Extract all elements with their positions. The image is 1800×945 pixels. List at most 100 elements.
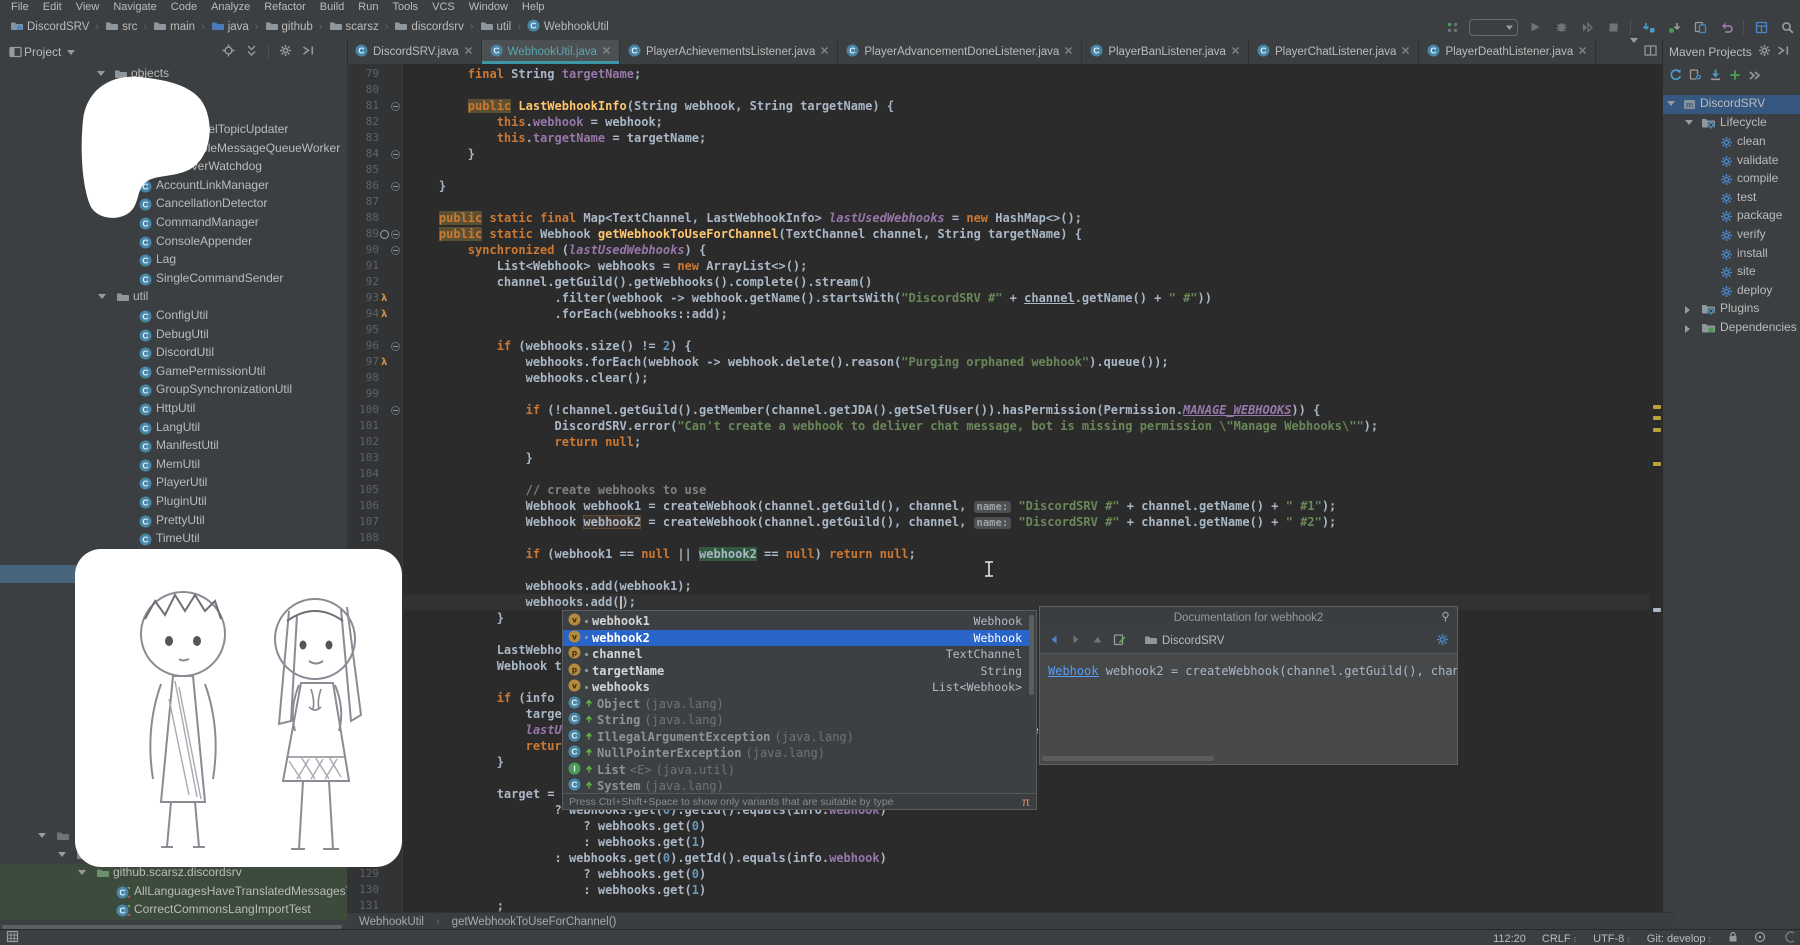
- maven-hide-icon[interactable]: [1777, 45, 1790, 59]
- tree-label[interactable]: AllLanguagesHaveTranslatedMessagesTest: [134, 884, 348, 898]
- menu-vcs[interactable]: VCS: [425, 1, 462, 13]
- expand-arrow-icon[interactable]: [1667, 101, 1675, 106]
- line-separator-indicator[interactable]: CRLF↕: [1542, 933, 1577, 945]
- completion-item-channel[interactable]: pchannelTextChannel: [563, 646, 1034, 663]
- tree-label[interactable]: GroupSynchronizationUtil: [156, 382, 292, 396]
- code-line-79[interactable]: 79 final String targetName;: [347, 66, 1662, 82]
- forward-icon[interactable]: [1070, 634, 1082, 648]
- back-icon[interactable]: [1048, 634, 1060, 648]
- menu-refactor[interactable]: Refactor: [257, 1, 313, 13]
- lambda-gutter-icon[interactable]: λ: [381, 355, 387, 371]
- gutter-marker-icon[interactable]: [380, 230, 389, 239]
- code-line-112[interactable]: 112 webhooks.add();: [347, 594, 1662, 610]
- breadcrumb-item-util[interactable]: util: [478, 20, 514, 34]
- code-line-102[interactable]: 102 return null;: [347, 434, 1662, 450]
- code-line-130[interactable]: 130 : webhooks.get(1): [347, 882, 1662, 898]
- expand-arrow-icon[interactable]: [78, 870, 86, 875]
- fold-icon[interactable]: [391, 182, 400, 191]
- documentation-horizontal-scrollbar[interactable]: [1042, 756, 1214, 761]
- tab-PlayerBanListener.java[interactable]: CPlayerBanListener.java: [1082, 40, 1249, 64]
- code-line-85[interactable]: 85: [347, 162, 1662, 178]
- doc-settings-gear-icon[interactable]: [1436, 633, 1449, 649]
- breadcrumb-method[interactable]: getWebhookToUseForChannel(): [452, 916, 617, 928]
- maven-goal-label[interactable]: verify: [1737, 227, 1766, 241]
- tree-label[interactable]: util: [133, 289, 148, 303]
- stop-icon[interactable]: [1604, 19, 1622, 35]
- tab-PlayerAdvancementDoneListener.java[interactable]: CPlayerAdvancementDoneListener.java: [838, 40, 1082, 64]
- code-line-110[interactable]: 110: [347, 562, 1662, 578]
- tree-label[interactable]: github.scarsz.discordsrv: [113, 865, 242, 879]
- close-icon[interactable]: [820, 46, 829, 58]
- completion-item-webhooks[interactable]: vwebhooksList<Webhook>: [563, 679, 1034, 696]
- changes-grid-icon[interactable]: [1443, 19, 1461, 35]
- code-line-97[interactable]: 97λ webhooks.forEach(webhook -> webhook.…: [347, 354, 1662, 370]
- expand-arrow-icon[interactable]: [58, 852, 66, 857]
- tab-PlayerAchievementsListener.java[interactable]: CPlayerAchievementsListener.java: [620, 40, 838, 64]
- close-icon[interactable]: [1231, 46, 1240, 58]
- maven-add-icon[interactable]: [1729, 68, 1741, 86]
- vcs-diff-icon[interactable]: [1691, 19, 1709, 35]
- breadcrumb-item-discordsrv[interactable]: discordsrv: [392, 20, 465, 34]
- maven-download-icon[interactable]: [1709, 68, 1722, 86]
- tree-label[interactable]: DebugUtil: [156, 327, 209, 341]
- coverage-icon[interactable]: [1578, 19, 1596, 35]
- documentation-popup-title[interactable]: Documentation for webhook2: [1040, 607, 1457, 628]
- code-line-84[interactable]: 84 }: [347, 146, 1662, 162]
- collapse-arrow-icon[interactable]: [1685, 306, 1690, 314]
- collapse-arrow-icon[interactable]: [1685, 325, 1690, 333]
- expand-arrow-icon[interactable]: [1685, 120, 1693, 125]
- tab-DiscordSRV.java[interactable]: CDiscordSRV.java: [347, 40, 482, 64]
- maven-goal-label[interactable]: deploy: [1737, 283, 1772, 297]
- expand-arrow-icon[interactable]: [38, 833, 46, 838]
- edit-source-icon[interactable]: [1113, 633, 1126, 649]
- hector-inspector-icon[interactable]: [1754, 931, 1766, 945]
- expand-arrow-icon[interactable]: [98, 294, 106, 299]
- tree-label[interactable]: SingleCommandSender: [156, 271, 283, 285]
- up-icon[interactable]: [1092, 634, 1103, 648]
- close-icon[interactable]: [464, 46, 473, 58]
- tree-label[interactable]: PrettyUtil: [156, 513, 205, 527]
- maven-more-icon[interactable]: [1748, 68, 1761, 86]
- documentation-popup[interactable]: Documentation for webhook2 DiscordSRV We…: [1039, 606, 1458, 765]
- maven-settings-gear-icon[interactable]: [1758, 44, 1771, 60]
- code-line-96[interactable]: 96 if (webhooks.size() != 2) {: [347, 338, 1662, 354]
- maven-goal-label[interactable]: site: [1737, 264, 1756, 278]
- maven-goal-label[interactable]: compile: [1737, 171, 1778, 185]
- maven-goal-label[interactable]: validate: [1737, 153, 1778, 167]
- code-line-107[interactable]: 107 Webhook webhook2 = createWebhook(cha…: [347, 514, 1662, 530]
- menu-run[interactable]: Run: [351, 1, 385, 13]
- readonly-lock-icon[interactable]: [1728, 931, 1738, 945]
- close-icon[interactable]: [1064, 46, 1073, 58]
- maven-projects-panel[interactable]: mDiscordSRVLifecyclecleanvalidatecompile…: [1662, 64, 1800, 929]
- maven-refresh-icon[interactable]: [1669, 68, 1682, 86]
- maven-sources-icon[interactable]: [1689, 68, 1702, 86]
- fold-icon[interactable]: [391, 102, 400, 111]
- tree-label[interactable]: LangUtil: [156, 420, 200, 434]
- panel-settings-gear-icon[interactable]: [279, 44, 292, 60]
- code-line-88[interactable]: 88 public static final Map<TextChannel, …: [347, 210, 1662, 226]
- fold-icon[interactable]: [391, 342, 400, 351]
- tree-label[interactable]: GamePermissionUtil: [156, 364, 265, 378]
- tree-label[interactable]: HttpUtil: [156, 401, 195, 415]
- breadcrumb-class[interactable]: WebhookUtil: [359, 916, 424, 928]
- fold-icon[interactable]: [391, 406, 400, 415]
- toolwindow-switcher-icon[interactable]: [6, 930, 19, 945]
- completion-item-targetName[interactable]: ptargetNameString: [563, 663, 1034, 680]
- tab-list-dropdown-icon[interactable]: [1630, 43, 1638, 61]
- code-line-131[interactable]: 131 ;: [347, 898, 1662, 912]
- search-everywhere-icon[interactable]: [1778, 19, 1796, 35]
- code-line-100[interactable]: 100 if (!channel.getGuild().getMember(ch…: [347, 402, 1662, 418]
- code-line-86[interactable]: 86 }: [347, 178, 1662, 194]
- breadcrumb-item-webhookutil[interactable]: CWebhookUtil: [525, 19, 611, 35]
- error-stripe-mark[interactable]: [1653, 405, 1661, 409]
- close-icon[interactable]: [602, 46, 611, 58]
- fold-icon[interactable]: [391, 150, 400, 159]
- fold-icon[interactable]: [391, 246, 400, 255]
- tree-label[interactable]: CorrectCommonsLangImportTest: [134, 902, 311, 916]
- menu-help[interactable]: Help: [515, 1, 552, 13]
- code-line-83[interactable]: 83 this.targetName = targetName;: [347, 130, 1662, 146]
- error-stripe-mark[interactable]: [1653, 416, 1661, 420]
- maven-label[interactable]: Plugins: [1720, 301, 1759, 315]
- tree-label[interactable]: Lag: [156, 252, 176, 266]
- code-line-98[interactable]: 98 webhooks.clear();: [347, 370, 1662, 386]
